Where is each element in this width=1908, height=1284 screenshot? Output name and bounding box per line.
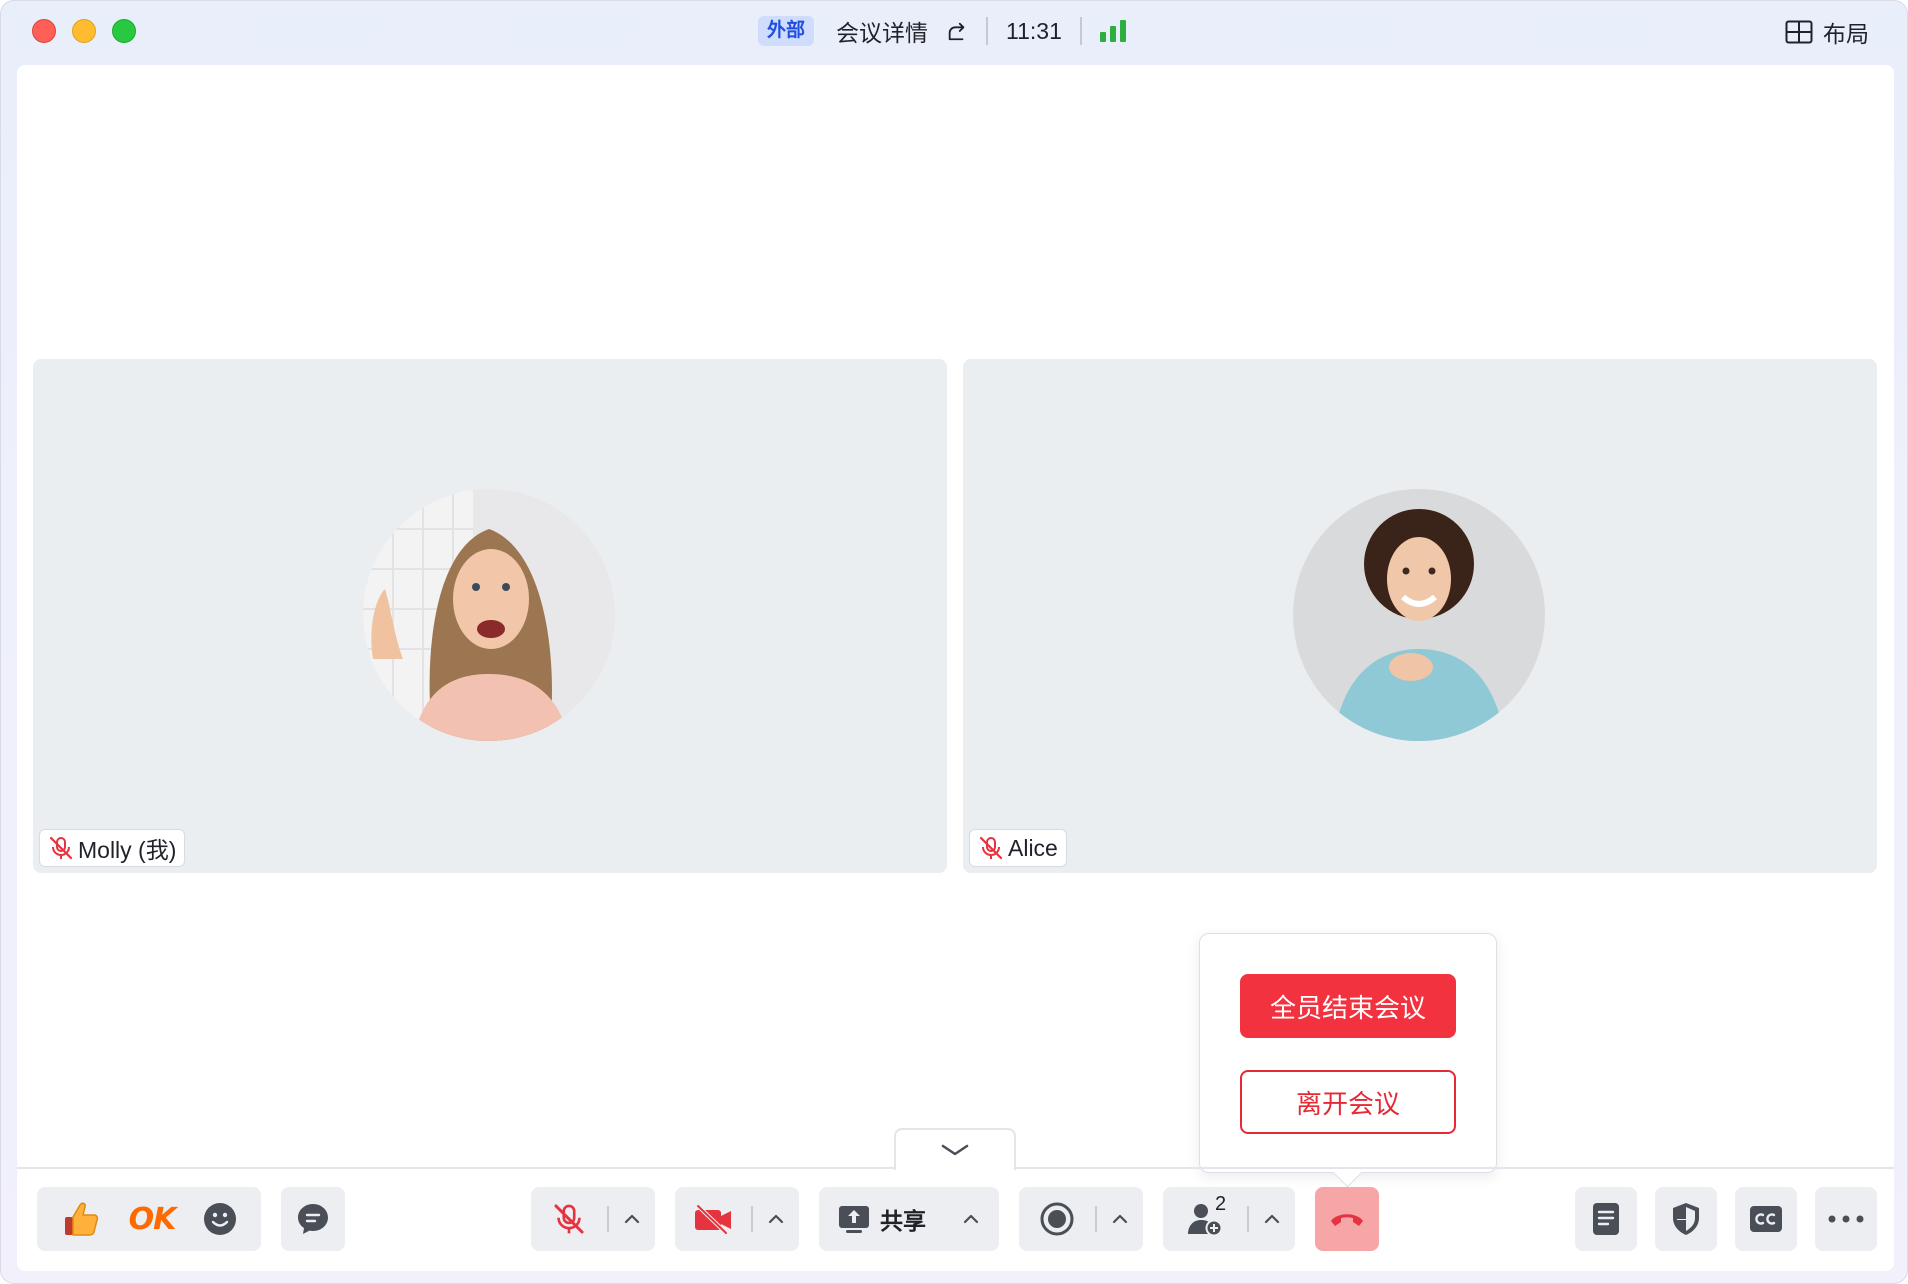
reactions-group: OK <box>37 1187 261 1251</box>
share-screen-button[interactable]: 共享 <box>819 1187 945 1251</box>
participants-button[interactable]: 2 <box>1163 1187 1247 1251</box>
record-group <box>1019 1187 1143 1251</box>
divider <box>986 17 989 45</box>
share-link-icon[interactable] <box>946 20 968 42</box>
mic-muted-icon <box>49 836 73 860</box>
title-bar: 外部 会议详情 11:31 布局 <box>1 1 1907 63</box>
share-group: 共享 <box>819 1187 999 1251</box>
notes-button[interactable] <box>1575 1187 1637 1251</box>
meeting-info-bar: 外部 会议详情 11:31 <box>758 15 1126 47</box>
shield-icon <box>1673 1203 1699 1235</box>
emoji-icon[interactable] <box>203 1202 237 1236</box>
microphone-options-button[interactable] <box>609 1187 655 1251</box>
participant-name: Molly (我) <box>78 837 177 863</box>
minimize-window-button[interactable] <box>72 19 96 43</box>
share-label: 共享 <box>880 1208 926 1234</box>
collapse-toolbar-button[interactable] <box>894 1128 1016 1170</box>
chevron-up-icon <box>1112 1214 1128 1224</box>
record-options-button[interactable] <box>1097 1187 1143 1251</box>
more-icon <box>1828 1215 1864 1223</box>
layout-button[interactable]: 布局 <box>1785 15 1869 49</box>
network-signal-icon[interactable] <box>1099 20 1126 42</box>
close-window-button[interactable] <box>32 19 56 43</box>
chevron-up-icon <box>963 1214 979 1224</box>
phone-hangup-icon <box>1331 1214 1363 1226</box>
closed-captions-icon <box>1750 1206 1782 1232</box>
security-button[interactable] <box>1655 1187 1717 1251</box>
chevron-up-icon <box>768 1214 784 1224</box>
microphone-toggle-button[interactable] <box>531 1187 607 1251</box>
participants-group: 2 <box>1163 1187 1295 1251</box>
thumbs-up-icon[interactable] <box>61 1199 101 1239</box>
chevron-down-icon <box>941 1144 969 1156</box>
video-area: Molly (我) Alice <box>17 65 1894 1271</box>
divider <box>1079 17 1082 45</box>
document-icon <box>1593 1203 1619 1235</box>
meeting-window: 外部 会议详情 11:31 布局 Molly (我) Alice 全员结束会议 … <box>0 0 1908 1284</box>
external-badge: 外部 <box>758 16 815 46</box>
chevron-up-icon <box>624 1214 640 1224</box>
chat-button[interactable] <box>281 1187 345 1251</box>
participant-name-tag: Alice <box>969 829 1067 867</box>
captions-button[interactable] <box>1735 1187 1797 1251</box>
camera-off-icon <box>695 1203 731 1235</box>
leave-meeting-button[interactable]: 离开会议 <box>1240 1070 1456 1134</box>
end-meeting-for-all-button[interactable]: 全员结束会议 <box>1240 974 1456 1038</box>
zoom-window-button[interactable] <box>112 19 136 43</box>
participant-tile-alice[interactable]: Alice <box>963 359 1877 873</box>
chevron-up-icon <box>1264 1214 1280 1224</box>
participants-options-button[interactable] <box>1249 1187 1295 1251</box>
camera-toggle-button[interactable] <box>675 1187 751 1251</box>
participant-tile-molly[interactable]: Molly (我) <box>33 359 947 873</box>
avatar <box>1293 489 1545 741</box>
share-options-button[interactable] <box>945 1187 997 1251</box>
participant-count: 2 <box>1215 1193 1227 1215</box>
record-icon <box>1040 1202 1074 1236</box>
grid-layout-icon <box>1785 20 1813 44</box>
hang-up-button[interactable] <box>1315 1187 1379 1251</box>
microphone-group <box>531 1187 655 1251</box>
layout-label: 布局 <box>1823 21 1869 47</box>
mic-muted-icon <box>554 1204 584 1234</box>
camera-group <box>675 1187 799 1251</box>
mic-muted-icon <box>979 836 1003 860</box>
meeting-details-link[interactable]: 会议详情 <box>836 14 928 48</box>
meeting-timer: 11:31 <box>1006 17 1062 44</box>
end-meeting-popup: 全员结束会议 离开会议 <box>1199 933 1497 1173</box>
share-screen-icon <box>839 1206 869 1233</box>
camera-options-button[interactable] <box>753 1187 799 1251</box>
chat-bubble-icon <box>298 1204 328 1234</box>
participant-name-tag: Molly (我) <box>39 829 186 867</box>
record-button[interactable] <box>1019 1187 1095 1251</box>
avatar <box>363 489 615 741</box>
participant-name: Alice <box>1008 834 1058 861</box>
more-options-button[interactable] <box>1815 1187 1877 1251</box>
ok-reaction[interactable]: OK <box>129 1202 177 1237</box>
